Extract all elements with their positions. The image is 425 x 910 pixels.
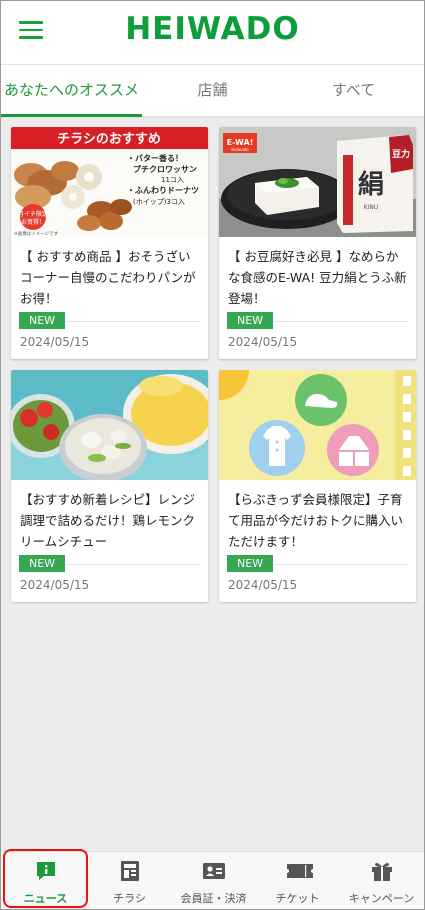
news-card-tofu[interactable]: E-WA! Heiwado 豆力 絹 KINU 【 お豆腐好き必見 】なめらかな…	[219, 127, 416, 359]
app-header: HEIWADO	[1, 1, 424, 64]
nav-campaign[interactable]: キャンペーン	[339, 852, 424, 909]
tab-stores[interactable]: 店舗	[142, 65, 283, 117]
member-card-icon	[202, 860, 225, 882]
svg-text:(ホイップ)3コ入: (ホイップ)3コ入	[133, 198, 185, 206]
card-date: 2024/05/15	[20, 578, 90, 592]
news-card-bread[interactable]: チラシのおすすめ 月イチ限定 お買得！ ・バター香る！ プチクロワッサン 11コ…	[11, 127, 208, 359]
tab-bar: あなたへのオススメ 店舗 すべて	[1, 64, 424, 117]
nav-flyer[interactable]: チラシ	[87, 852, 172, 909]
svg-text:・ふんわりドーナツ: ・ふんわりドーナツ	[127, 186, 199, 195]
tab-all[interactable]: すべて	[283, 65, 424, 117]
svg-text:※画像はイメージです: ※画像はイメージです	[14, 230, 59, 237]
ticket-icon	[286, 860, 313, 882]
heiwado-logo: HEIWADO	[125, 11, 300, 47]
svg-text:豆力: 豆力	[392, 148, 410, 160]
flyer-icon	[119, 860, 141, 882]
card-title: 【おすすめ新着レシピ】レンジ調理で詰めるだけ！鶏レモンクリームシチュー	[20, 492, 196, 549]
svg-text:絹: 絹	[358, 169, 384, 200]
card-date: 2024/05/15	[20, 335, 90, 349]
new-badge: NEW	[19, 555, 65, 572]
card-date: 2024/05/15	[228, 335, 298, 349]
divider	[67, 321, 200, 322]
svg-text:プチクロワッサン: プチクロワッサン	[133, 164, 197, 174]
card-title: 【 お豆腐好き必見 】なめらかな食感のE-WA! 豆力絹とうふ新登場！	[228, 249, 407, 306]
svg-text:E-WA!: E-WA!	[227, 138, 254, 147]
nav-label: チケット	[275, 892, 320, 905]
gift-icon	[371, 860, 393, 882]
new-badge: NEW	[227, 555, 273, 572]
new-badge: NEW	[227, 312, 273, 329]
svg-text:KINU: KINU	[364, 204, 379, 211]
nav-member-card[interactable]: 会員証・決済	[171, 852, 256, 909]
nav-ticket[interactable]: チケット	[255, 852, 340, 909]
svg-text:・バター香る！: ・バター香る！	[127, 153, 183, 163]
active-tab-indicator	[1, 114, 142, 117]
nav-label: キャンペーン	[348, 892, 415, 905]
divider	[275, 564, 408, 565]
tofu-product-image: E-WA! Heiwado 豆力 絹 KINU	[219, 127, 416, 237]
nav-label: 会員証・決済	[180, 892, 247, 905]
recipe-food-image	[11, 370, 208, 480]
baby-goods-illustration	[219, 370, 416, 480]
svg-text:月イチ限定: 月イチ限定	[18, 210, 48, 218]
banner-text: チラシのおすすめ	[57, 132, 161, 147]
card-date: 2024/05/15	[228, 578, 298, 592]
divider	[67, 564, 200, 565]
active-nav-highlight	[3, 849, 88, 908]
svg-text:お買得！: お買得！	[21, 218, 45, 226]
tab-recommended[interactable]: あなたへのオススメ	[1, 65, 142, 117]
svg-text:11コ入: 11コ入	[161, 176, 184, 184]
divider	[275, 321, 408, 322]
news-card-lovekids[interactable]: 【らぶきっず会員様限定】子育て用品が今だけおトクに購入いただけます！ NEW 2…	[219, 370, 416, 602]
svg-text:Heiwado: Heiwado	[231, 147, 249, 152]
bread-promo-image: チラシのおすすめ 月イチ限定 お買得！ ・バター香る！ プチクロワッサン 11コ…	[11, 127, 208, 237]
app-screen: HEIWADO あなたへのオススメ 店舗 すべて チラシのおすすめ 月イチ限定 …	[0, 0, 425, 910]
card-title: 【 おすすめ商品 】おそうざいコーナー自慢のこだわりパンがお得！	[20, 249, 196, 306]
card-title: 【らぶきっず会員様限定】子育て用品が今だけおトクに購入いただけます！	[228, 492, 404, 549]
new-badge: NEW	[19, 312, 65, 329]
nav-label: チラシ	[113, 892, 146, 905]
news-card-recipe[interactable]: 【おすすめ新着レシピ】レンジ調理で詰めるだけ！鶏レモンクリームシチュー NEW …	[11, 370, 208, 602]
